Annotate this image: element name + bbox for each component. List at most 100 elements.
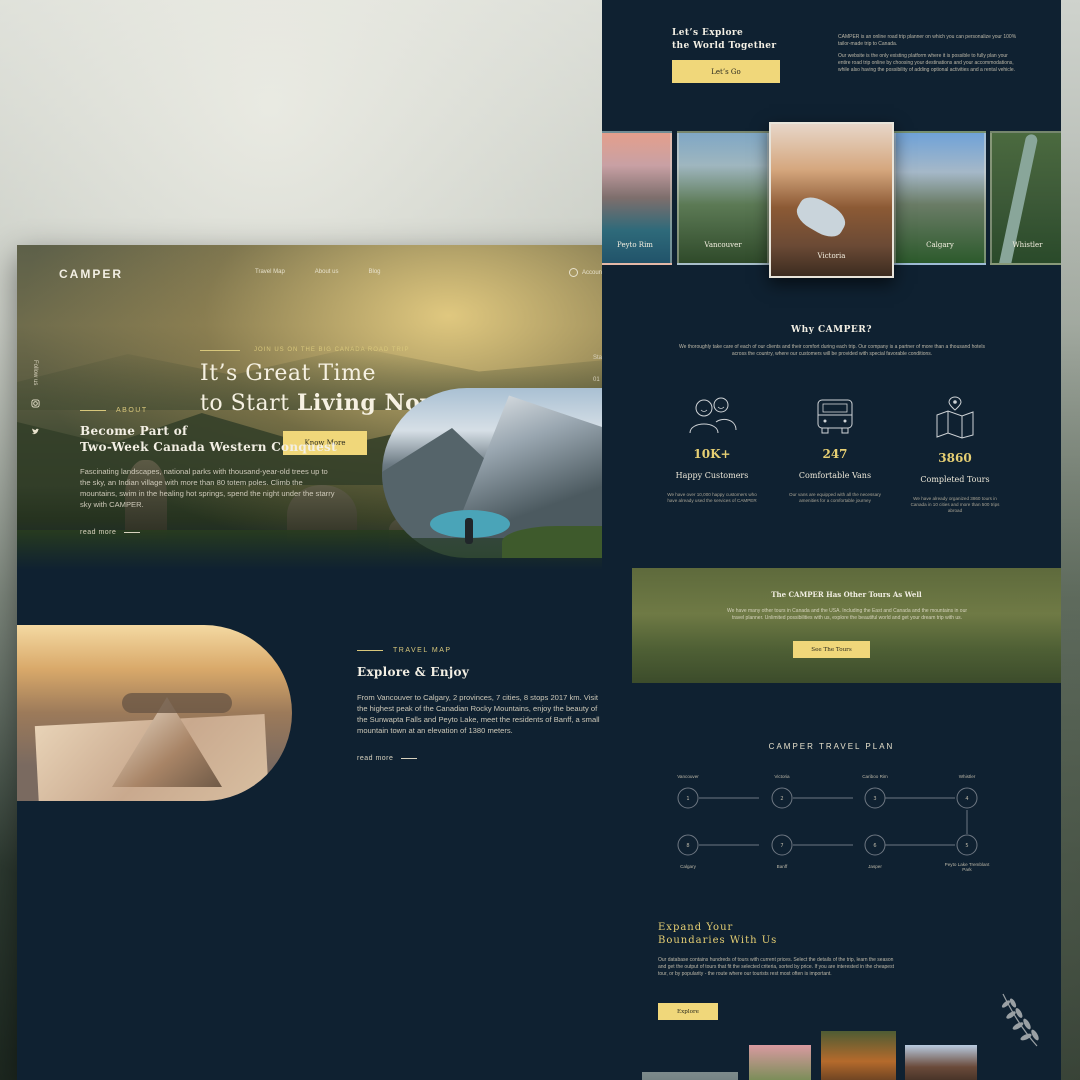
- explore-button[interactable]: Explore: [658, 1003, 718, 1020]
- expand-description: Our database contains hundreds of tours …: [658, 957, 894, 977]
- gallery-thumbnail[interactable]: [821, 1031, 896, 1080]
- stat-label: Happy Customers: [675, 471, 749, 480]
- about-title-line1: Become Part of: [80, 424, 188, 438]
- travel-map-body: From Vancouver to Calgary, 2 provinces, …: [357, 693, 600, 735]
- plan-stop-number: 8: [686, 843, 689, 849]
- photo-sunglasses: [122, 693, 232, 713]
- social-sidebar: Follow us: [30, 360, 42, 455]
- plan-stop-label: Cariboo Rim: [862, 774, 888, 779]
- read-more-label: read more: [357, 755, 394, 762]
- plan-stop-label: Peyto Lake Tremblant Park: [944, 862, 990, 872]
- about-read-more-link[interactable]: read more: [80, 529, 141, 536]
- plan-stop-number: 2: [780, 796, 783, 802]
- travel-map-tag: TRAVEL MAP: [393, 647, 452, 654]
- map-pin-icon: [936, 396, 974, 439]
- lets-go-button[interactable]: Let’s Go: [672, 60, 780, 83]
- plan-stop-number: 5: [965, 843, 968, 849]
- stat-label: Completed Tours: [920, 475, 990, 484]
- destination-label: Peyto Rim: [617, 241, 653, 249]
- plan-stop-label: Vancouver: [677, 774, 699, 779]
- stat-comfortable-vans: 247 Comfortable Vans Our vans are equipp…: [775, 395, 895, 504]
- destination-card[interactable]: Whistler: [990, 131, 1061, 265]
- hero-tagline: JOIN US ON THE BIG CANADA ROAD TRIP: [254, 347, 410, 353]
- about-body: Fascinating landscapes, national parks w…: [80, 467, 335, 509]
- hero-divider: [200, 349, 240, 351]
- plan-stop-number: 7: [780, 843, 783, 849]
- laurel-leaf-icon: [1001, 993, 1039, 1047]
- stat-value: 10K+: [693, 447, 731, 461]
- stat-label: Comfortable Vans: [798, 471, 872, 480]
- nav-link-blog[interactable]: Blog: [368, 269, 380, 275]
- destination-card[interactable]: Vancouver: [677, 131, 769, 265]
- hero-title-prefix: to Start: [200, 391, 297, 416]
- travel-plan-title: CAMPER TRAVEL PLAN: [768, 742, 895, 751]
- read-more-label: read more: [80, 529, 117, 536]
- about-title-line2: Two-Week Canada Western Conquest: [80, 440, 337, 454]
- account-link[interactable]: Account: [569, 268, 604, 277]
- hero-tagline-row: JOIN US ON THE BIG CANADA ROAD TRIP: [200, 347, 409, 353]
- photo-hiker: [465, 518, 473, 544]
- instagram-icon[interactable]: [31, 399, 40, 408]
- see-the-tours-button[interactable]: See The Tours: [793, 641, 870, 658]
- card-lake: [791, 191, 851, 243]
- destination-card[interactable]: Calgary: [894, 131, 986, 265]
- plan-stop-number: 4: [965, 796, 968, 802]
- stat-description: We have already organized 3860 tours in …: [910, 496, 1000, 513]
- gallery-thumbnail[interactable]: [749, 1045, 811, 1080]
- explore-title-line2: the World Together: [672, 41, 777, 51]
- van-icon: [817, 399, 853, 434]
- plan-stop-label: Calgary: [680, 864, 696, 869]
- nav-link-about-us[interactable]: About us: [315, 269, 339, 275]
- stat-value: 247: [822, 447, 848, 461]
- hero-title-line2: to Start Living Now: [200, 390, 440, 416]
- happy-people-icon: [689, 397, 737, 434]
- expand-title-line1: Expand Your: [658, 922, 734, 933]
- destination-card-active[interactable]: Victoria: [769, 122, 894, 278]
- stat-happy-customers: 10K+ Happy Customers We have over 10,000…: [652, 395, 772, 504]
- nav-link-travel-map[interactable]: Travel Map: [255, 269, 285, 275]
- travel-plan-route: 1 2 3 4 8 7 6 5: [677, 787, 978, 856]
- explore-title-line1: Let’s Explore: [672, 28, 744, 38]
- travel-map-tag-row: TRAVEL MAP: [357, 647, 452, 654]
- camper-logo[interactable]: CAMPER: [59, 267, 123, 281]
- plan-stop-label: Jasper: [868, 864, 882, 869]
- hero-title-line1: It’s Great Time: [200, 361, 376, 386]
- landing-page-right: Let’s Explore the World Together Let’s G…: [602, 0, 1061, 1080]
- explore-description: CAMPER is an online road trip planner on…: [838, 34, 1018, 74]
- explore-desc-p1: CAMPER is an online road trip planner on…: [838, 34, 1017, 47]
- explore-title: Let’s Explore the World Together: [672, 27, 812, 53]
- destination-card[interactable]: Peyto Rim: [602, 131, 672, 265]
- stat-description: We have over 10,000 happy customers who …: [667, 492, 757, 503]
- travel-read-more-link[interactable]: read more: [357, 755, 418, 762]
- twitter-icon[interactable]: [31, 427, 40, 436]
- other-tours-description: We have many other tours in Canada and t…: [726, 608, 968, 621]
- plan-stop-number: 1: [686, 796, 689, 802]
- destination-label: Whistler: [1012, 241, 1043, 249]
- gallery-thumbnail[interactable]: [905, 1045, 977, 1080]
- plan-stop-label: Whistler: [958, 774, 976, 779]
- user-circle-icon: [569, 268, 578, 277]
- other-tours-title: The CAMPER Has Other Tours As Well: [771, 590, 922, 599]
- plan-stop-number: 6: [873, 843, 876, 849]
- explore-desc-p2: Our website is the only existing platfor…: [838, 53, 1016, 73]
- stat-completed-tours: 3860 Completed Tours We have already org…: [895, 395, 1015, 514]
- about-tag-row: ABOUT: [80, 407, 148, 414]
- stat-value: 3860: [938, 451, 972, 465]
- main-nav: Travel Map About us Blog: [255, 269, 381, 275]
- follow-us-label: Follow us: [32, 360, 38, 386]
- expand-title: Expand Your Boundaries With Us: [658, 921, 838, 947]
- expand-title-line2: Boundaries With Us: [658, 935, 778, 946]
- gallery-thumbnail[interactable]: [642, 1072, 738, 1080]
- travel-map-title: Explore & Enjoy: [357, 665, 470, 679]
- plan-stop-label: Victoria: [774, 774, 790, 779]
- plan-stop-number: 3: [873, 796, 876, 802]
- about-tag: ABOUT: [116, 407, 148, 414]
- arrow-line-icon: [124, 532, 141, 533]
- why-camper-title: Why CAMPER?: [790, 325, 872, 335]
- destination-label: Calgary: [926, 241, 954, 249]
- other-tours-banner: The CAMPER Has Other Tours As Well We ha…: [632, 568, 1061, 683]
- why-camper-description: We thoroughly take care of each of our c…: [679, 344, 985, 357]
- account-label: Account: [582, 269, 604, 276]
- travel-map-divider: [357, 650, 383, 651]
- destination-label: Vancouver: [704, 241, 742, 249]
